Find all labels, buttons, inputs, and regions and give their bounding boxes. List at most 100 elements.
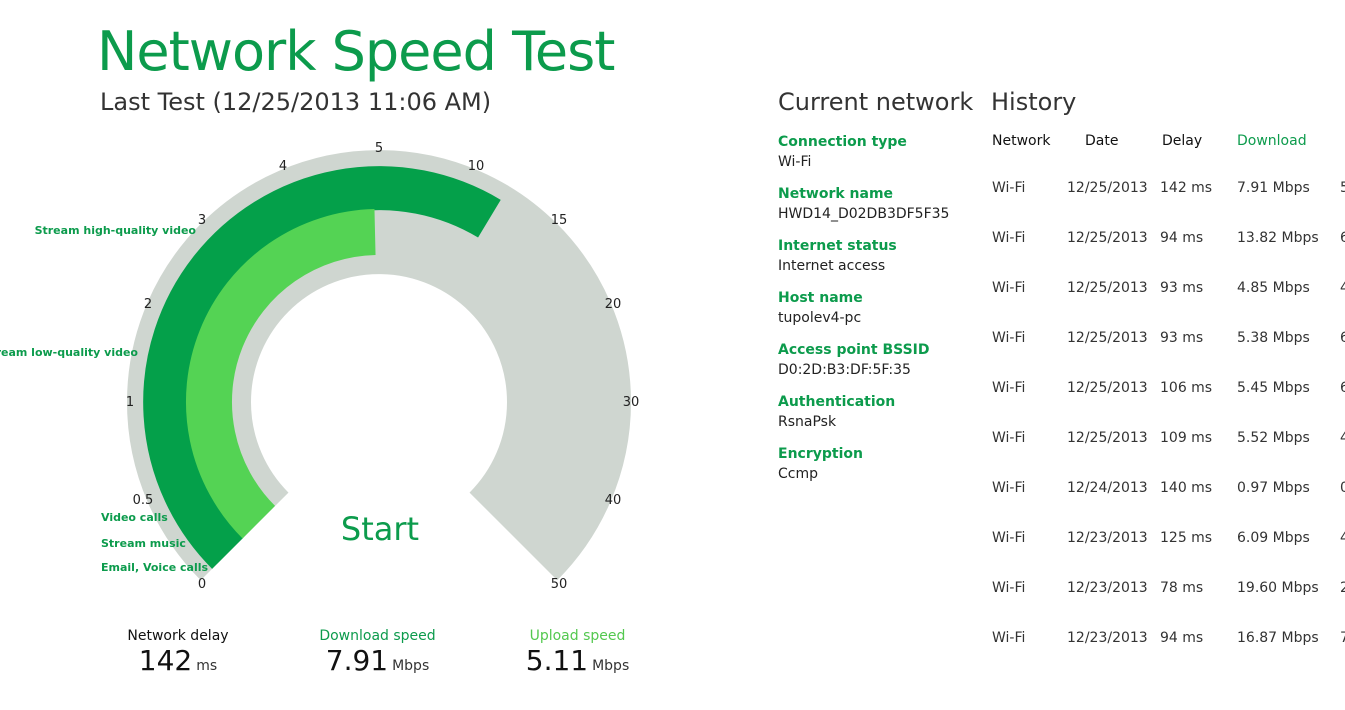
history-cell-date: 12/25/2013 — [1067, 380, 1148, 396]
current-network-value: RsnaPsk — [778, 414, 837, 430]
history-cell-download: 5.52 Mbps — [1237, 430, 1310, 446]
history-cell-date: 12/25/2013 — [1067, 230, 1148, 246]
history-cell-date: 12/25/2013 — [1067, 180, 1148, 196]
current-network-label: Access point BSSID — [778, 342, 930, 358]
history-cell-download: 5.45 Mbps — [1237, 380, 1310, 396]
current-network-label: Host name — [778, 290, 863, 306]
history-cell-upload: 0 — [1340, 480, 1345, 496]
table-row[interactable]: Wi-Fi 12/23/2013 78 ms 19.60 Mbps 24 — [992, 580, 1345, 600]
current-network-value: Ccmp — [778, 466, 818, 482]
history-cell-network: Wi-Fi — [992, 280, 1026, 296]
table-row[interactable]: Wi-Fi 12/25/2013 93 ms 5.38 Mbps 6 — [992, 330, 1345, 350]
history-cell-download: 5.38 Mbps — [1237, 330, 1310, 346]
current-network-item: Encryption Ccmp — [778, 445, 978, 497]
table-row[interactable]: Wi-Fi 12/23/2013 94 ms 16.87 Mbps 7 — [992, 630, 1345, 650]
history-cell-network: Wi-Fi — [992, 330, 1026, 346]
table-row[interactable]: Wi-Fi 12/25/2013 106 ms 5.45 Mbps 6 — [992, 380, 1345, 400]
current-network-panel: Connection type Wi-Fi Network name HWD14… — [778, 133, 978, 497]
current-network-item: Access point BSSID D0:2D:B3:DF:5F:35 — [778, 341, 978, 393]
tick-label: 0.5 — [133, 493, 154, 508]
history-cell-date: 12/23/2013 — [1067, 630, 1148, 646]
history-cell-download: 16.87 Mbps — [1237, 630, 1319, 646]
current-network-item: Connection type Wi-Fi — [778, 133, 978, 185]
network-delay-stat: Network delay 142 ms — [118, 628, 238, 677]
history-cell-network: Wi-Fi — [992, 580, 1026, 596]
table-row[interactable]: Wi-Fi 12/25/2013 93 ms 4.85 Mbps 4 — [992, 280, 1345, 300]
last-test-label: Last Test (12/25/2013 11:06 AM) — [100, 88, 492, 116]
history-col-network[interactable]: Network — [992, 133, 1050, 149]
current-network-item: Authentication RsnaPsk — [778, 393, 978, 445]
download-speed-stat: Download speed 7.91 Mbps — [305, 628, 450, 677]
table-row[interactable]: Wi-Fi 12/23/2013 125 ms 6.09 Mbps 4 — [992, 530, 1345, 550]
history-cell-delay: 140 ms — [1160, 480, 1213, 496]
history-header-row: Network Date Delay Download — [992, 133, 1345, 153]
history-cell-delay: 109 ms — [1160, 430, 1213, 446]
current-network-label: Network name — [778, 186, 894, 202]
history-cell-delay: 125 ms — [1160, 530, 1213, 546]
table-row[interactable]: Wi-Fi 12/25/2013 94 ms 13.82 Mbps 6 — [992, 230, 1345, 250]
history-cell-delay: 94 ms — [1160, 630, 1204, 646]
caption-hq-video: Stream high-quality video — [35, 224, 197, 237]
history-cell-network: Wi-Fi — [992, 380, 1026, 396]
current-network-value: tupolev4-pc — [778, 310, 862, 326]
tick-label: 2 — [144, 297, 152, 312]
history-col-date[interactable]: Date — [1085, 133, 1118, 149]
history-cell-download: 13.82 Mbps — [1237, 230, 1319, 246]
current-network-label: Authentication — [778, 394, 896, 410]
table-row[interactable]: Wi-Fi 12/24/2013 140 ms 0.97 Mbps 0 — [992, 480, 1345, 500]
upload-speed-value: 5.11 — [525, 644, 589, 677]
caption-video-calls: Video calls — [101, 511, 168, 524]
tick-label: 15 — [551, 213, 568, 228]
tick-label: 4 — [279, 159, 287, 174]
tick-label: 50 — [551, 577, 568, 592]
start-button[interactable]: Start — [320, 504, 440, 554]
history-cell-upload: 4 — [1340, 430, 1345, 446]
history-cell-delay: 93 ms — [1160, 330, 1204, 346]
history-cell-upload: 6 — [1340, 330, 1345, 346]
current-network-item: Internet status Internet access — [778, 237, 978, 289]
network-delay-label: Network delay — [127, 628, 229, 644]
history-cell-upload: 24 — [1340, 580, 1345, 596]
table-row[interactable]: Wi-Fi 12/25/2013 109 ms 5.52 Mbps 4 — [992, 430, 1345, 450]
history-cell-date: 12/24/2013 — [1067, 480, 1148, 496]
history-cell-date: 12/25/2013 — [1067, 280, 1148, 296]
history-col-download[interactable]: Download — [1237, 133, 1307, 149]
history-cell-date: 12/25/2013 — [1067, 430, 1148, 446]
speed-test-app: Network Speed Test Last Test (12/25/2013… — [0, 0, 1345, 710]
download-speed-unit: Mbps — [392, 658, 430, 674]
history-cell-download: 4.85 Mbps — [1237, 280, 1310, 296]
tick-label: 0 — [198, 577, 206, 592]
history-title: History — [991, 88, 1077, 116]
current-network-value: Internet access — [778, 258, 886, 274]
current-network-title: Current network — [778, 88, 974, 116]
caption-lq-video: Stream low-quality video — [0, 346, 138, 359]
history-table[interactable]: Network Date Delay Download Wi-Fi 12/25/2… — [992, 133, 1345, 673]
history-cell-upload: 6 — [1340, 380, 1345, 396]
upload-speed-label: Upload speed — [529, 628, 626, 644]
current-network-value: Wi-Fi — [778, 154, 812, 170]
current-network-value: D0:2D:B3:DF:5F:35 — [778, 362, 911, 378]
table-row[interactable]: Wi-Fi 12/25/2013 142 ms 7.91 Mbps 5 — [992, 180, 1345, 200]
history-cell-network: Wi-Fi — [992, 630, 1026, 646]
speed-gauge: 0 0.5 1 2 3 4 5 10 15 20 30 40 50 Stream… — [0, 130, 700, 600]
history-cell-network: Wi-Fi — [992, 480, 1026, 496]
history-col-delay[interactable]: Delay — [1162, 133, 1202, 149]
current-network-label: Connection type — [778, 134, 907, 150]
network-delay-unit: ms — [196, 658, 218, 674]
history-cell-date: 12/23/2013 — [1067, 580, 1148, 596]
current-network-item: Host name tupolev4-pc — [778, 289, 978, 341]
current-network-value: HWD14_D02DB3DF5F35 — [778, 206, 950, 222]
history-cell-download: 6.09 Mbps — [1237, 530, 1310, 546]
current-network-label: Encryption — [778, 446, 863, 462]
history-cell-network: Wi-Fi — [992, 180, 1026, 196]
history-cell-upload: 4 — [1340, 530, 1345, 546]
history-cell-upload: 6 — [1340, 230, 1345, 246]
history-cell-download: 19.60 Mbps — [1237, 580, 1319, 596]
download-speed-label: Download speed — [319, 628, 436, 644]
caption-stream-music: Stream music — [101, 537, 186, 550]
history-cell-download: 7.91 Mbps — [1237, 180, 1310, 196]
tick-label: 3 — [198, 213, 206, 228]
history-cell-download: 0.97 Mbps — [1237, 480, 1310, 496]
upload-speed-unit: Mbps — [592, 658, 630, 674]
history-cell-upload: 4 — [1340, 280, 1345, 296]
